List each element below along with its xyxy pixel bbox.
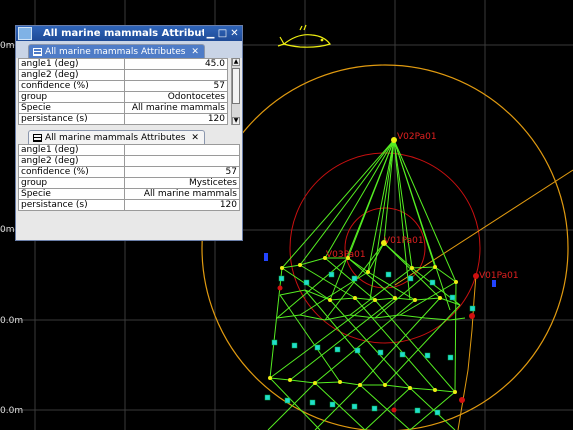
table-row[interactable]: persistance (s) 120: [18, 113, 228, 125]
window-title: All marine mammals Attributes (2: [43, 28, 204, 39]
table-row[interactable]: persistance (s) 120: [18, 199, 240, 211]
attributes-table-1: angle1 (deg) 45.0 angle2 (deg) confidence (…: [18, 58, 228, 125]
range-circle-orange: [201, 64, 569, 430]
close-button[interactable]: ✕: [229, 28, 240, 39]
app-icon: [18, 27, 32, 40]
property-value[interactable]: 120: [124, 199, 240, 211]
maximize-button[interactable]: □: [217, 28, 228, 39]
axis-label: 0m: [0, 225, 15, 235]
table-row[interactable]: angle1 (deg): [18, 144, 240, 156]
tab-close-icon[interactable]: ✕: [191, 47, 199, 57]
table-row[interactable]: angle1 (deg) 45.0: [18, 58, 228, 70]
table-row[interactable]: confidence (%) 57: [18, 166, 240, 178]
tab-close-icon[interactable]: ✕: [191, 133, 199, 143]
property-value[interactable]: [124, 69, 228, 81]
whale-icon[interactable]: [277, 24, 331, 48]
table-row[interactable]: angle2 (deg): [18, 155, 240, 167]
axis-label: 0m: [0, 41, 15, 51]
property-name: persistance (s): [18, 113, 125, 125]
property-value[interactable]: All marine mammals: [124, 102, 228, 114]
property-value[interactable]: Odontocetes: [124, 91, 228, 103]
property-name: persistance (s): [18, 199, 125, 211]
property-value[interactable]: 45.0: [124, 58, 228, 70]
table-row[interactable]: Specie All marine mammals: [18, 188, 240, 200]
attributes-window[interactable]: All marine mammals Attributes (2 ▁ □ ✕ A…: [15, 25, 243, 241]
table-icon: [33, 133, 42, 142]
window-titlebar[interactable]: All marine mammals Attributes (2 ▁ □ ✕: [16, 26, 242, 41]
table-2-container[interactable]: angle1 (deg) angle2 (deg) confidence (%) 57…: [18, 144, 240, 211]
property-name: angle2 (deg): [18, 155, 125, 167]
property-value[interactable]: All marine mammals: [124, 188, 240, 200]
property-value[interactable]: 57: [124, 80, 228, 92]
tabstrip-bottom: All marine mammals Attributes ✕: [16, 127, 242, 144]
tab-attributes-2[interactable]: All marine mammals Attributes ✕: [28, 130, 205, 144]
scroll-up-icon[interactable]: ▲: [232, 58, 240, 66]
property-name: angle1 (deg): [18, 144, 125, 156]
table-row[interactable]: Specie All marine mammals: [18, 102, 228, 114]
table-row[interactable]: confidence (%) 57: [18, 80, 228, 92]
axis-label: 0.0m: [0, 316, 24, 326]
sensor-label: V01Pa01: [479, 271, 519, 281]
blue-markers: [264, 253, 496, 287]
property-name: group: [18, 177, 125, 189]
table-row[interactable]: group Mysticetes: [18, 177, 240, 189]
property-name: angle1 (deg): [18, 58, 125, 70]
table-1-container[interactable]: angle1 (deg) 45.0 angle2 (deg) confidence (…: [18, 58, 240, 125]
scroll-thumb[interactable]: [232, 68, 240, 104]
property-value[interactable]: [124, 155, 240, 167]
tab-attributes-1[interactable]: All marine mammals Attributes ✕: [28, 44, 205, 58]
sensor-label: V01Pa01: [384, 236, 424, 246]
vertical-scrollbar[interactable]: ▲ ▼: [231, 58, 240, 125]
property-name: confidence (%): [18, 166, 125, 178]
minimize-button[interactable]: ▁: [205, 28, 216, 39]
table-row[interactable]: angle2 (deg): [18, 69, 228, 81]
property-value[interactable]: 120: [124, 113, 228, 125]
property-value[interactable]: 57: [124, 166, 240, 178]
tab-label: All marine mammals Attributes: [45, 46, 186, 57]
scroll-down-icon[interactable]: ▼: [232, 117, 240, 125]
property-name: confidence (%): [18, 80, 125, 92]
property-name: group: [18, 91, 125, 103]
sensor-label: V03Pa01: [326, 250, 366, 260]
tab-label: All marine mammals Attributes: [45, 132, 186, 143]
property-value[interactable]: Mysticetes: [124, 177, 240, 189]
attributes-table-2: angle1 (deg) angle2 (deg) confidence (%) 57…: [18, 144, 240, 211]
table-row[interactable]: group Odontocetes: [18, 91, 228, 103]
chain-line: [457, 274, 477, 430]
table-icon: [33, 47, 42, 56]
property-name: angle2 (deg): [18, 69, 125, 81]
axis-label: 0.0m: [0, 406, 24, 416]
property-name: Specie: [18, 102, 125, 114]
tabstrip-top: All marine mammals Attributes ✕: [16, 41, 242, 58]
sensor-label: V02Pa01: [397, 132, 437, 142]
property-name: Specie: [18, 188, 125, 200]
property-value[interactable]: [124, 144, 240, 156]
